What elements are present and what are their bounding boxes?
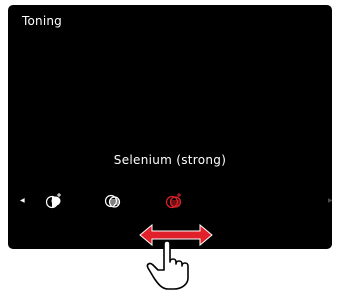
toning-weak-icon[interactable]	[44, 190, 64, 210]
chevron-left-icon[interactable]: ◀	[20, 198, 25, 204]
menu-title: Toning	[22, 14, 62, 28]
camera-screen: Toning Selenium (strong) ◀ ▶	[8, 5, 332, 249]
chevron-right-icon[interactable]: ▶	[328, 198, 332, 204]
swipe-horizontal-hand-icon	[138, 220, 218, 290]
toning-strong-icon[interactable]	[164, 190, 184, 210]
toning-medium-icon[interactable]	[103, 190, 123, 210]
selected-option-label: Selenium (strong)	[113, 153, 227, 167]
